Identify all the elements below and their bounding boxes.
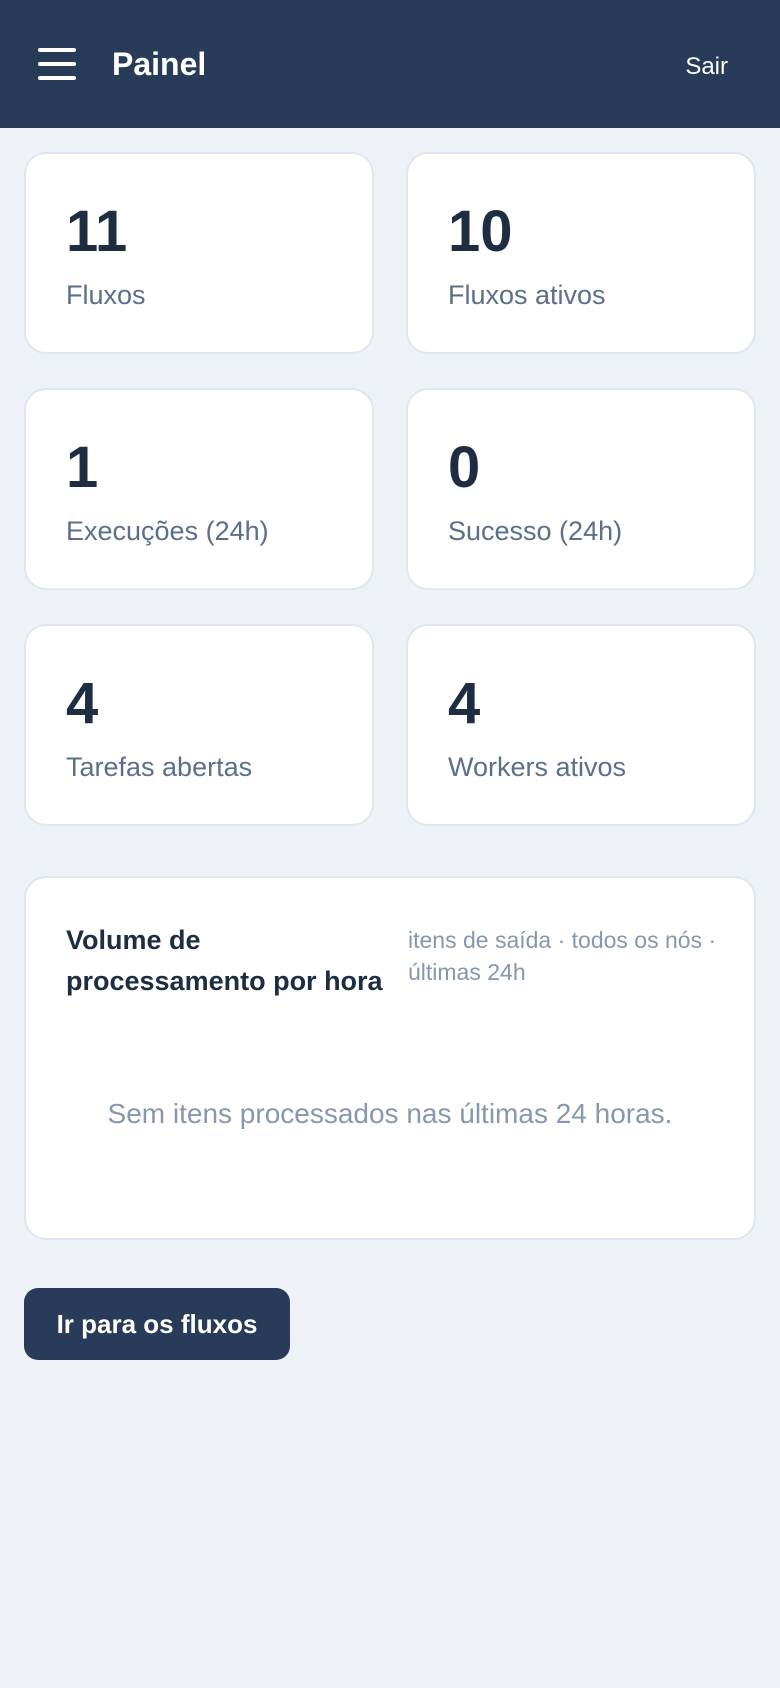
volume-card-subtitle: itens de saída · todos os nós · últimas …: [408, 927, 717, 985]
stat-value: 4: [448, 671, 481, 736]
menu-line: [38, 62, 76, 66]
stat-label: Fluxos: [66, 280, 146, 310]
hourly-volume-card: Volume de processamento por hora itens d…: [24, 876, 756, 1240]
page-title: Painel: [112, 46, 207, 82]
stat-label: Tarefas abertas: [66, 752, 253, 782]
menu-line: [38, 76, 76, 80]
stat-card-open-tasks: 4 Tarefas abertas: [24, 624, 374, 826]
empty-state-message: Sem itens processados nas últimas 24 hor…: [107, 1098, 673, 1129]
stat-value: 1: [66, 435, 99, 500]
stat-label: Sucesso (24h): [448, 516, 623, 546]
stat-card-active-workers: 4 Workers ativos: [406, 624, 756, 826]
stat-label: Execuções (24h): [66, 516, 269, 546]
stat-label: Workers ativos: [448, 752, 627, 782]
stat-value: 4: [66, 671, 99, 736]
hamburger-icon[interactable]: [38, 48, 76, 80]
stat-value: 10: [448, 199, 513, 264]
menu-line: [38, 48, 76, 52]
stat-card-active-flows: 10 Fluxos ativos: [406, 152, 756, 354]
top-bar: Painel Sair: [0, 0, 780, 128]
stat-value: 11: [66, 199, 128, 264]
go-to-flows-button[interactable]: Ir para os fluxos: [24, 1288, 290, 1360]
stat-label: Fluxos ativos: [448, 280, 606, 310]
stat-card-flows: 11 Fluxos: [24, 152, 374, 354]
stat-card-executions: 1 Execuções (24h): [24, 388, 374, 590]
stat-value: 0: [448, 435, 481, 500]
logout-button[interactable]: Sair: [685, 52, 728, 82]
stat-card-success: 0 Sucesso (24h): [406, 388, 756, 590]
volume-card-title: Volume de processamento por hora: [66, 925, 383, 996]
